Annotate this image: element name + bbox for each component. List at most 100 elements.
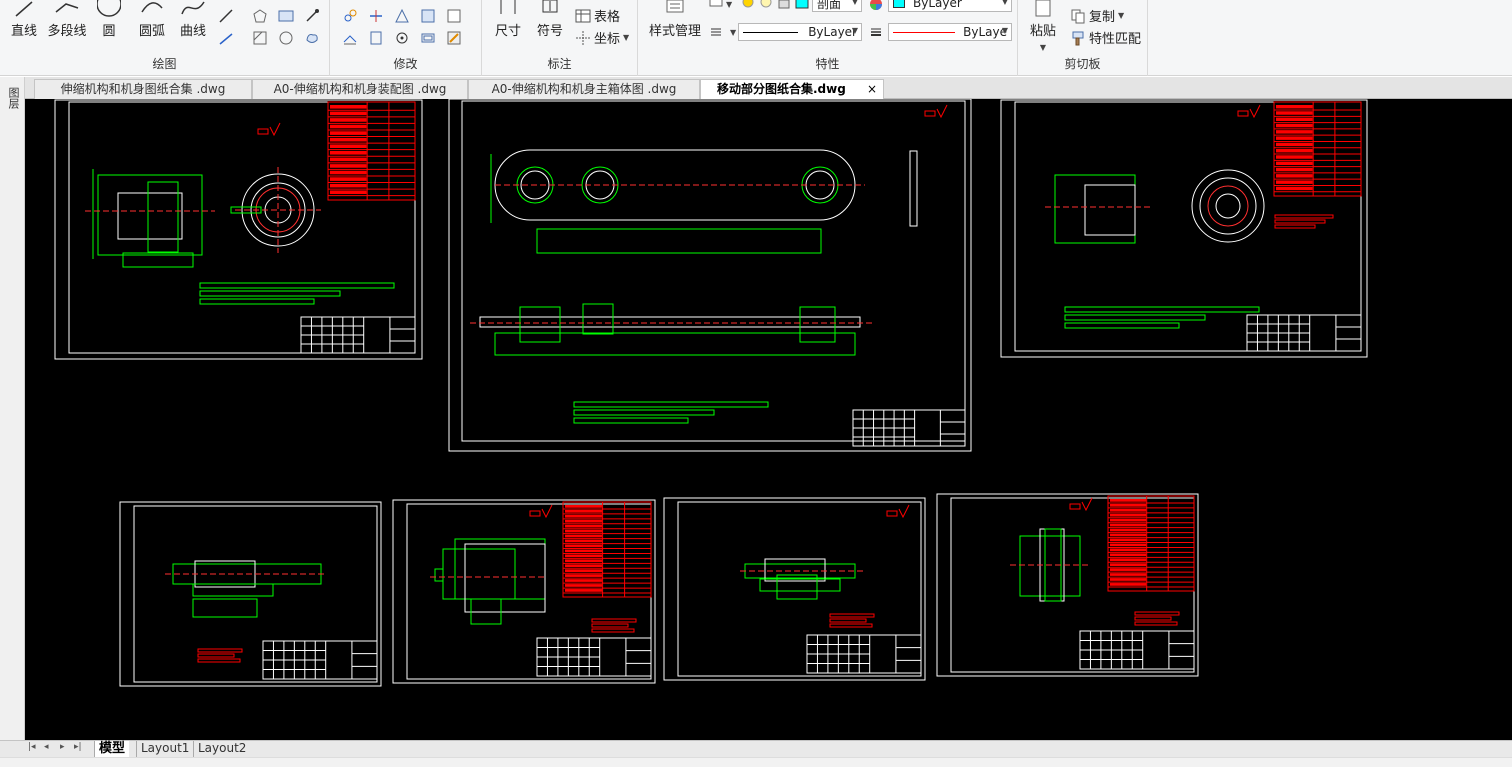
paste-dropdown-icon[interactable]: ▼	[1040, 43, 1046, 52]
sheet-1-tech-notes	[199, 282, 395, 289]
document-tab-2[interactable]: A0-伸缩机构和机身装配图 .dwg	[252, 79, 468, 99]
copy-object-icon[interactable]	[342, 8, 358, 24]
revcloud-icon[interactable]	[304, 30, 320, 46]
sheet-6-roughness-mark	[886, 510, 898, 517]
sheet-3-red-title-table-fill	[1276, 155, 1313, 159]
sheet-3-bolt-circle	[1207, 185, 1249, 227]
coordinate-dropdown-icon[interactable]: ▼	[623, 33, 629, 42]
trim-icon[interactable]	[368, 8, 384, 24]
polyline-tool-button[interactable]: 多段线	[44, 0, 90, 39]
array-icon[interactable]	[394, 8, 410, 24]
sheet-7-red-title-table-fill	[1110, 558, 1147, 562]
lineweight-sample	[893, 31, 956, 33]
mirror-icon[interactable]	[368, 30, 384, 46]
paste-button[interactable]: 粘贴 ▼	[1028, 0, 1058, 54]
sheet-3-red-title-table-fill	[1276, 186, 1313, 191]
construction-line-icon[interactable]	[218, 8, 234, 24]
dimension-label: 尺寸	[494, 24, 521, 39]
sheet-7-red-title-table-fill	[1110, 583, 1147, 586]
dimension-tool-button[interactable]: 尺寸	[492, 0, 524, 39]
layer-props-icon[interactable]	[708, 0, 724, 12]
sheet-7-red-title-table-fill	[1110, 568, 1147, 571]
offset-icon[interactable]	[420, 30, 436, 46]
polygon-icon[interactable]	[252, 8, 268, 24]
curve-tool-button[interactable]: 曲线	[176, 0, 210, 39]
sheet-1-red-title-table-fill	[330, 151, 367, 155]
last-layout-button[interactable]: ▸|	[74, 742, 82, 752]
match-properties-button[interactable]: 特性匹配	[1070, 28, 1141, 47]
stretch-icon[interactable]	[342, 30, 358, 46]
layout1-tab[interactable]: Layout1	[136, 741, 193, 757]
color-swatch-icon	[893, 0, 905, 8]
close-tab-icon[interactable]: ×	[867, 80, 877, 98]
rotate-icon[interactable]	[394, 30, 410, 46]
drawing-canvas[interactable]	[25, 99, 1512, 741]
properties-panel: 样式管理 ▼ 剖面 ▼ ByLayer ▼ ▼ ByLayer ▼ ByLaye…	[638, 0, 1018, 76]
sheet-2-side-view	[909, 150, 918, 227]
coordinate-tool-button[interactable]: 坐标 ▼	[575, 28, 629, 47]
document-tab-4-active[interactable]: 移动部分图纸合集.dwg ×	[700, 79, 884, 99]
scale-icon[interactable]	[420, 8, 436, 24]
layer-props-dropdown-icon[interactable]: ▼	[726, 0, 732, 9]
sheet-5-red-title-table-fill	[565, 554, 602, 558]
style-manager-label: 样式管理	[648, 24, 701, 39]
ray-icon[interactable]	[218, 30, 234, 46]
match-properties-icon	[1072, 31, 1084, 45]
layer-side-panel-label: 图层	[7, 87, 20, 109]
layout2-tab[interactable]: Layout2	[193, 741, 250, 757]
sheet-3-red-title-table-fill	[1276, 130, 1313, 134]
layer-freeze-icon[interactable]	[758, 0, 774, 10]
sheet-1-red-title-table-fill	[330, 111, 367, 116]
document-tab-3[interactable]: A0-伸缩机构和机身主箱体图 .dwg	[468, 79, 700, 99]
modify-panel-title: 修改	[393, 57, 418, 71]
sheet-2-section-boss-1	[519, 306, 561, 343]
sheet-3-red-title-table-fill	[1276, 136, 1313, 140]
document-tab-1[interactable]: 伸缩机构和机身图纸合集 .dwg	[34, 79, 252, 99]
copy-dropdown-icon[interactable]: ▼	[1118, 11, 1124, 20]
explode-icon[interactable]	[446, 8, 462, 24]
arc-tool-button[interactable]: 圆弧	[135, 0, 169, 39]
first-layout-button[interactable]: |◂	[28, 742, 36, 752]
list-dropdown-icon[interactable]: ▼	[730, 28, 736, 37]
cad-drawing[interactable]	[25, 99, 1512, 741]
sheet-5-red-title-table-fill	[565, 539, 602, 543]
model-tab[interactable]: 模型	[94, 741, 130, 757]
sheet-5-red-notes	[591, 628, 635, 633]
layer-on-icon[interactable]	[740, 0, 756, 10]
color-dropdown[interactable]: ByLayer ▼	[888, 0, 1012, 12]
line-tool-button[interactable]: 直线	[8, 0, 40, 39]
circle-tool-button[interactable]: 圆	[96, 0, 122, 39]
sheet-7-red-title-table-fill	[1110, 518, 1147, 522]
layer-dropdown[interactable]: 剖面 ▼	[812, 0, 862, 12]
symbol-tool-button[interactable]: 符号	[534, 0, 566, 39]
layer-color-swatch-icon[interactable]	[794, 0, 810, 10]
line-tool-label: 直线	[10, 24, 37, 39]
document-tab-label: A0-伸缩机构和机身装配图 .dwg	[273, 82, 447, 96]
list-icon[interactable]	[708, 24, 724, 40]
sheet-7-roughness-mark-check	[1081, 497, 1093, 512]
block-icon[interactable]	[278, 8, 294, 24]
copy-button[interactable]: 复制 ▼	[1070, 6, 1124, 25]
point-icon[interactable]	[304, 8, 320, 24]
lineweight-dropdown[interactable]: ByLaye ▼	[888, 23, 1012, 41]
hatch-icon[interactable]	[252, 30, 268, 46]
sheet-1-section-outline	[97, 174, 203, 256]
sheet-7-red-title-table-fill	[1110, 533, 1147, 537]
edit-icon[interactable]	[446, 30, 462, 46]
region-icon[interactable]	[278, 30, 294, 46]
sheet-7-part-1	[1019, 535, 1081, 597]
linetype-dropdown[interactable]: ByLayer ▼	[738, 23, 862, 41]
sheet-2-section-boss-3	[799, 306, 836, 343]
layer-side-panel[interactable]: 图层	[0, 77, 25, 741]
prev-layout-button[interactable]: ◂	[44, 742, 49, 752]
lineweight-icon[interactable]	[868, 24, 884, 40]
sheet-3-tech-notes	[1064, 306, 1260, 313]
layer-lock-icon[interactable]	[776, 0, 792, 10]
sheet-7-red-notes	[1134, 611, 1180, 616]
sheet-5-red-title-table-fill	[565, 564, 602, 568]
color-wheel-icon[interactable]	[868, 0, 884, 12]
next-layout-button[interactable]: ▸	[60, 742, 65, 752]
sheet-5-red-title-table-fill	[565, 529, 602, 533]
table-tool-button[interactable]: 表格	[575, 6, 620, 25]
style-manager-button[interactable]: 样式管理	[644, 0, 706, 39]
